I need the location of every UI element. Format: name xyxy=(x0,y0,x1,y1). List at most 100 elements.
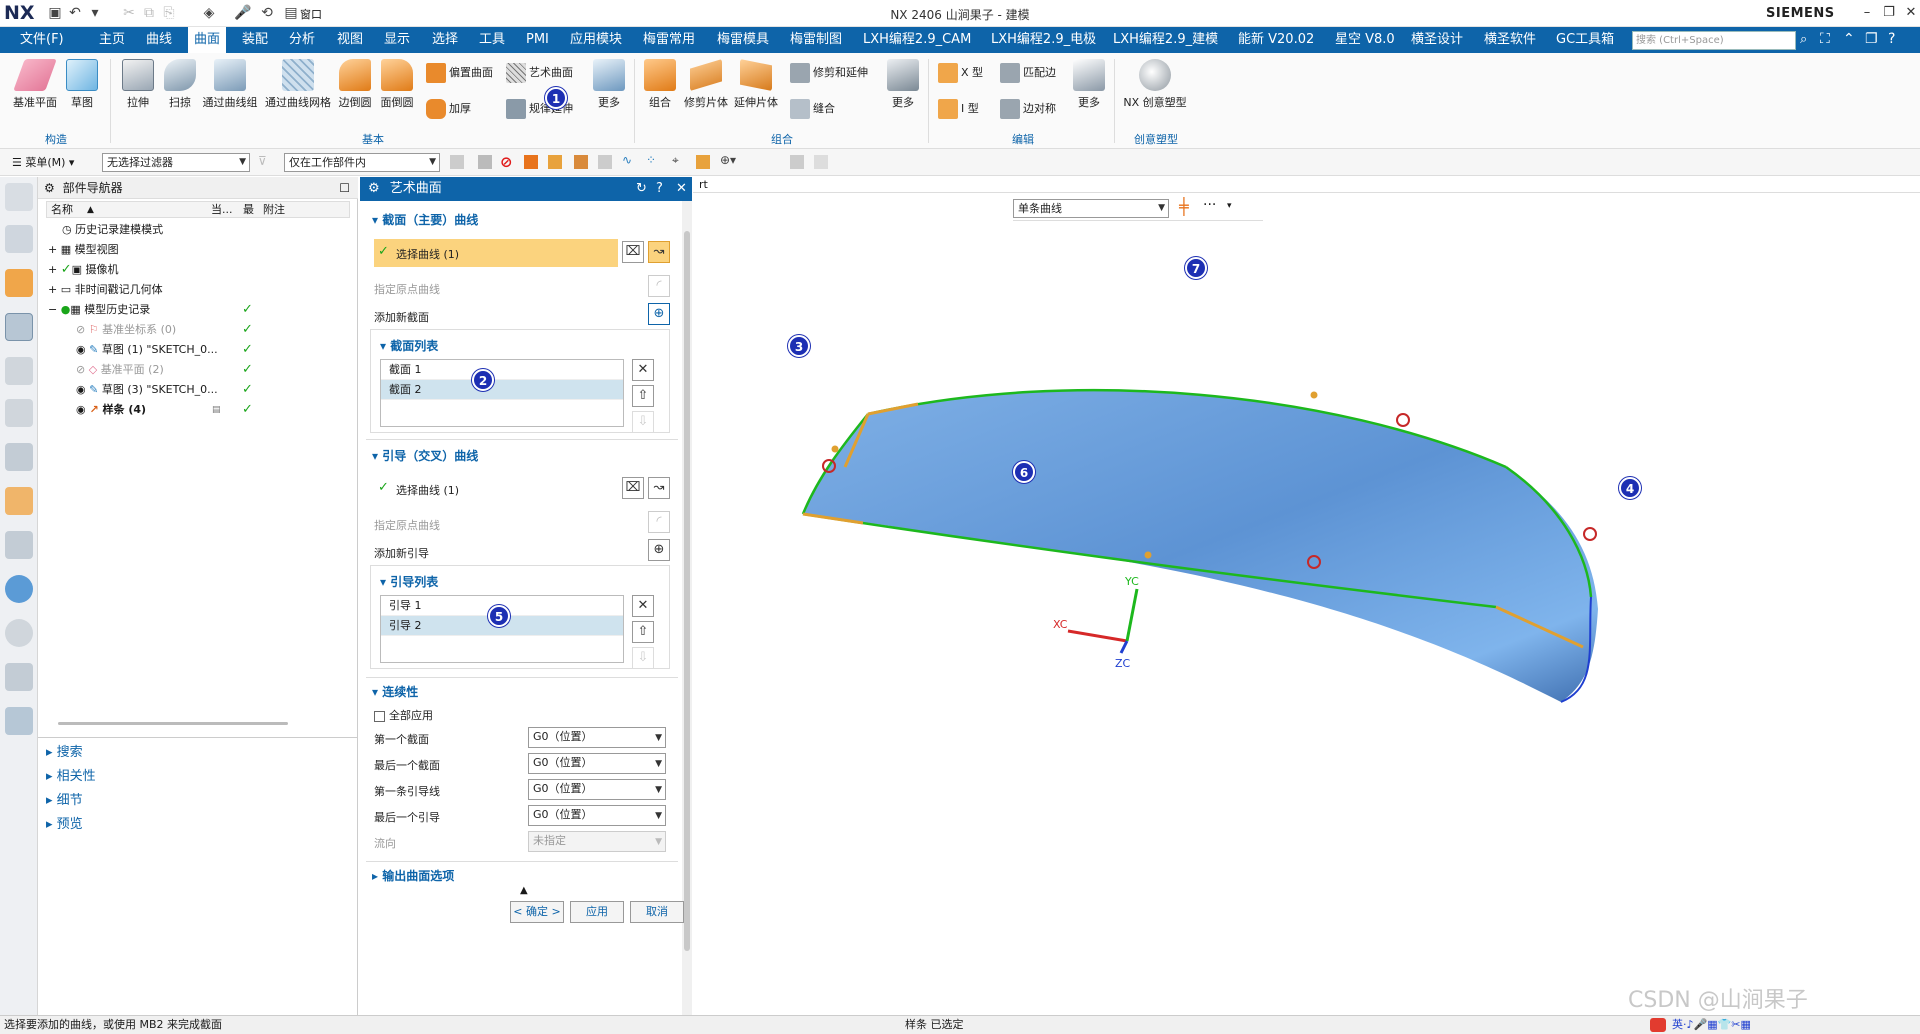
select-feature-icon[interactable] xyxy=(478,155,492,169)
deselect-curves-button-2[interactable]: ⌧ xyxy=(622,477,644,499)
gear-icon[interactable]: ⚙ xyxy=(368,181,380,196)
render-style-icon[interactable] xyxy=(814,155,828,169)
hd3d-tools-icon[interactable] xyxy=(5,443,33,471)
more-basic-button[interactable]: 更多 xyxy=(590,59,628,110)
tree-item[interactable]: + ▦ 模型视图 xyxy=(46,240,350,260)
notifications-icon[interactable] xyxy=(5,357,33,385)
help-icon[interactable]: ? xyxy=(656,177,663,201)
select-curve-row-1[interactable]: ✓ 选择曲线 (1) xyxy=(374,239,618,267)
panel-dependencies[interactable]: ▸ 相关性 xyxy=(46,767,96,787)
edge-symmetry-button[interactable]: 边对称 xyxy=(1000,97,1056,121)
snap-midpoint-icon[interactable] xyxy=(696,155,710,169)
expand-icon[interactable]: + xyxy=(48,263,61,276)
first-section-select[interactable]: G0（位置） ▼ xyxy=(528,727,666,748)
help-icon[interactable]: ? xyxy=(1888,31,1895,47)
collapse-ribbon-icon[interactable]: ⌃ xyxy=(1843,31,1855,47)
role-icon[interactable] xyxy=(5,707,33,735)
filter-reset-icon[interactable]: ⊽ xyxy=(258,154,267,168)
type-filter-select[interactable]: 无选择过滤器 ▼ xyxy=(102,153,250,172)
panel-search[interactable]: ▸ 搜索 xyxy=(46,743,83,763)
control-point[interactable] xyxy=(831,445,839,453)
last-section-select[interactable]: G0（位置） ▼ xyxy=(528,753,666,774)
menu-tools[interactable]: 工具 xyxy=(479,27,505,53)
collapse-icon[interactable]: − xyxy=(48,303,61,316)
restore-icon[interactable]: ❐ xyxy=(1878,2,1900,24)
studio-surface-button[interactable]: 艺术曲面 xyxy=(506,61,573,85)
menu-button[interactable]: ☰ 菜单(M) ▾ xyxy=(12,154,74,170)
add-section-button[interactable]: ⊕ xyxy=(648,303,670,325)
expand-icon[interactable]: + xyxy=(48,283,61,296)
menu-curve[interactable]: 曲线 xyxy=(146,27,172,53)
control-point[interactable] xyxy=(1310,391,1318,399)
constraint-navigator-icon[interactable] xyxy=(5,269,33,297)
panel-details[interactable]: ▸ 细节 xyxy=(46,791,83,811)
fullscreen-icon[interactable]: ⛶ xyxy=(1820,31,1830,47)
sketch-button[interactable]: 草图 xyxy=(62,59,102,110)
tree-item[interactable]: + ▭ 非时间戳记几何体 xyxy=(46,280,350,300)
hidden-eye-icon[interactable]: ⊘ xyxy=(76,363,89,376)
section-output-options[interactable]: ▸ 输出曲面选项 xyxy=(372,867,454,884)
first-guide-select[interactable]: G0（位置） ▼ xyxy=(528,779,666,800)
horizontal-scrollbar[interactable] xyxy=(58,722,288,725)
eye-icon[interactable]: ◉ xyxy=(76,343,89,356)
menu-meilei-common[interactable]: 梅雷常用 xyxy=(643,27,695,53)
select-all-icon[interactable] xyxy=(450,155,464,169)
panel-preview[interactable]: ▸ 预览 xyxy=(46,815,83,835)
collapse-up-icon[interactable]: ▲ xyxy=(520,885,528,896)
section-continuity[interactable]: ▾ 连续性 xyxy=(372,683,418,700)
menu-gc-toolbox[interactable]: GC工具箱 xyxy=(1556,27,1614,53)
trim-and-extend-button[interactable]: 修剪和延伸 xyxy=(790,61,868,85)
model-surface[interactable] xyxy=(693,177,1920,1015)
search-icon[interactable]: ⌕ xyxy=(1800,32,1807,47)
maximize-icon[interactable]: ☐ xyxy=(339,177,350,199)
intersection-point[interactable] xyxy=(1583,527,1597,541)
menu-analysis[interactable]: 分析 xyxy=(289,27,315,53)
deselect-curves-button-1[interactable]: ⌧ xyxy=(622,241,644,263)
remove-guide-button[interactable]: ✕ xyxy=(632,595,654,617)
last-guide-select[interactable]: G0（位置） ▼ xyxy=(528,805,666,826)
menu-pmi[interactable]: PMI xyxy=(526,27,549,53)
part-navigator-icon[interactable] xyxy=(5,313,33,341)
column-latest[interactable]: 最 xyxy=(243,202,254,218)
tree-item[interactable]: ◉ ✎ 草图 (3) "SKETCH_0... ✓ xyxy=(46,380,350,400)
trim-sheet-button[interactable]: 修剪片体 xyxy=(682,59,730,110)
menu-lxh-cam[interactable]: LXH编程2.9_CAM xyxy=(863,27,971,53)
x-form-button[interactable]: X 型 xyxy=(938,61,983,85)
menu-meilei-mold[interactable]: 梅雷模具 xyxy=(717,27,769,53)
menu-assembly[interactable]: 装配 xyxy=(242,27,268,53)
menu-lxh-electrode[interactable]: LXH编程2.9_电极 xyxy=(991,27,1096,53)
menu-hengsheng-software[interactable]: 横圣软件 xyxy=(1484,27,1536,53)
reuse-library-icon[interactable] xyxy=(5,399,33,427)
control-point[interactable] xyxy=(1144,551,1152,559)
select-body-icon[interactable] xyxy=(524,155,538,169)
eye-icon[interactable]: ◉ xyxy=(76,383,89,396)
origin-curve-icon[interactable]: ◜ xyxy=(648,511,670,533)
section-guide-curves[interactable]: ▾ 引导（交叉）曲线 xyxy=(372,447,478,464)
nx-creative-button[interactable]: NX 创意塑型 xyxy=(1120,59,1190,110)
history-palette-icon[interactable] xyxy=(5,531,33,559)
extrude-button[interactable]: 拉伸 xyxy=(118,59,158,110)
more-combine-button[interactable]: 更多 xyxy=(884,59,922,110)
menu-nengxin[interactable]: 能新 V20.02 xyxy=(1238,27,1314,53)
view-orient-icon[interactable] xyxy=(790,155,804,169)
snap-point-icon[interactable]: ⁘ xyxy=(646,153,656,167)
menu-applications[interactable]: 应用模块 xyxy=(570,27,622,53)
curve-rule-icon[interactable]: ∿ xyxy=(622,153,632,167)
snap-endpoint-icon[interactable]: ⌖ xyxy=(672,153,679,168)
menu-xingkong[interactable]: 星空 V8.0 xyxy=(1335,27,1395,53)
reset-icon[interactable]: ↻ xyxy=(636,177,647,201)
tree-item[interactable]: ⊘ ◇ 基准平面 (2) ✓ xyxy=(46,360,350,380)
section-primary-curves[interactable]: ▾ 截面（主要）曲线 xyxy=(372,211,478,228)
move-down-button[interactable]: ⇩ xyxy=(632,411,654,433)
select-curve-row-2[interactable]: ✓ 选择曲线 (1) xyxy=(374,475,618,503)
column-notes[interactable]: 附注 xyxy=(263,202,285,218)
move-down-button[interactable]: ⇩ xyxy=(632,647,654,669)
tools-icon[interactable] xyxy=(5,663,33,691)
menu-home[interactable]: 主页 xyxy=(99,27,125,53)
column-current[interactable]: 当... xyxy=(211,202,233,218)
menu-hengsheng-design[interactable]: 横圣设计 xyxy=(1411,27,1463,53)
apply-button[interactable]: 应用 xyxy=(570,901,624,923)
restore-window-icon[interactable]: ❐ xyxy=(1865,31,1878,47)
command-search-input[interactable]: 搜索 (Ctrl+Space) xyxy=(1632,31,1796,50)
thicken-button[interactable]: 加厚 xyxy=(426,97,471,121)
